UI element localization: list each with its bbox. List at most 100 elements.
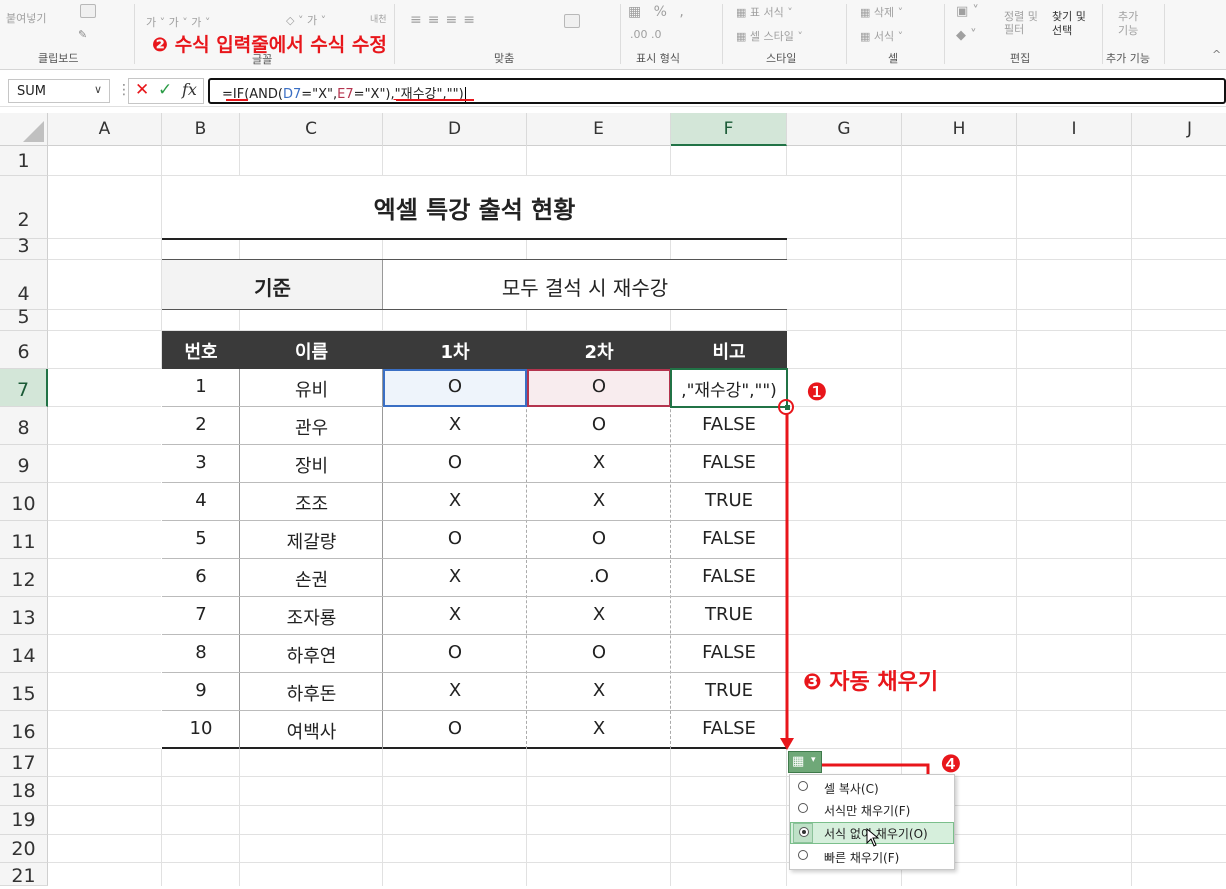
cell-second[interactable]: O [527, 414, 671, 435]
cell-first[interactable]: X [383, 566, 527, 587]
row-header-3[interactable]: 3 [0, 237, 48, 260]
cell-first[interactable]: O [383, 642, 527, 663]
column-header-g[interactable]: G [787, 113, 902, 146]
number-format-icons[interactable]: ▦ % , [628, 4, 688, 20]
cell-note[interactable]: FALSE [671, 452, 787, 473]
cell-name[interactable]: 관우 [240, 414, 383, 440]
column-header-e[interactable]: E [527, 113, 671, 146]
format-button[interactable]: ▦ 서식 ˅ [860, 28, 903, 44]
column-header-j[interactable]: J [1132, 113, 1226, 146]
cell-number[interactable]: 7 [162, 604, 240, 625]
cell-number[interactable]: 3 [162, 452, 240, 473]
cell-second[interactable]: X [527, 452, 671, 473]
cell-first[interactable]: X [383, 680, 527, 701]
cell-number[interactable]: 10 [162, 718, 240, 739]
menu-item-fill-formatting[interactable]: 서식만 채우기(F) [790, 799, 954, 821]
cell-number[interactable]: 2 [162, 414, 240, 435]
cell-second[interactable]: X [527, 490, 671, 511]
cell-first[interactable]: X [383, 604, 527, 625]
cell-name[interactable]: 하후돈 [240, 680, 383, 706]
cell-first[interactable]: X [383, 414, 527, 435]
criteria-value[interactable]: 모두 결석 시 재수강 [383, 272, 787, 301]
cell-first[interactable]: O [383, 452, 527, 473]
cell-first[interactable]: X [383, 490, 527, 511]
row-header-2[interactable]: 2 [0, 176, 48, 239]
cell-name[interactable]: 조자룡 [240, 604, 383, 630]
cell-name[interactable]: 조조 [240, 490, 383, 516]
row-header-21[interactable]: 21 [0, 863, 48, 887]
cell-first[interactable]: O [383, 718, 527, 739]
cell-second[interactable]: X [527, 680, 671, 701]
row-header-16[interactable]: 16 [0, 711, 48, 749]
insert-function-icon[interactable]: fx [182, 80, 197, 99]
fill-handle[interactable] [785, 405, 790, 410]
align-buttons[interactable]: ≡≡≡≡ [410, 12, 481, 28]
cell-note[interactable]: FALSE [671, 566, 787, 587]
decimal-icons[interactable]: .00 .0 [630, 28, 662, 41]
clear-icon[interactable]: ◆ ˅ [956, 28, 977, 43]
cell-second[interactable]: O [527, 528, 671, 549]
copy-icon[interactable] [80, 4, 96, 18]
cell-note[interactable]: FALSE [671, 414, 787, 435]
row-header-14[interactable]: 14 [0, 635, 48, 673]
row-header-12[interactable]: 12 [0, 559, 48, 597]
row-header-10[interactable]: 10 [0, 483, 48, 521]
cell-note[interactable]: TRUE [671, 604, 787, 625]
format-as-table-button[interactable]: ▦ 표 서식 ˅ [736, 4, 793, 20]
cell-styles-button[interactable]: ▦ 셀 스타일 ˅ [736, 28, 803, 44]
delete-button[interactable]: ▦ 삭제 ˅ [860, 4, 903, 20]
sort-filter-button[interactable]: 정렬 및 필터 [1004, 10, 1046, 36]
cell-name[interactable]: 하후연 [240, 642, 383, 668]
cell-second[interactable]: .O [527, 566, 671, 587]
row-header-8[interactable]: 8 [0, 407, 48, 445]
column-header-i[interactable]: I [1017, 113, 1132, 146]
column-header-h[interactable]: H [902, 113, 1017, 146]
column-header-c[interactable]: C [240, 113, 383, 146]
select-all-button[interactable] [0, 113, 48, 146]
cell-note[interactable]: FALSE [671, 718, 787, 739]
cell-note[interactable]: TRUE [671, 490, 787, 511]
row-header-4[interactable]: 4 [0, 260, 48, 310]
addins-button[interactable]: 추가 기능 [1118, 10, 1148, 38]
column-header-a[interactable]: A [48, 113, 162, 146]
cell-name[interactable]: 손권 [240, 566, 383, 592]
formula-input[interactable]: =IF(AND(D7="X",E7="X"),"재수강","") [208, 78, 1226, 104]
row-header-20[interactable]: 20 [0, 835, 48, 863]
cell-second[interactable]: X [527, 718, 671, 739]
column-header-d[interactable]: D [383, 113, 527, 146]
cell-number[interactable]: 8 [162, 642, 240, 663]
autosum-icon[interactable]: ▣ ˅ [956, 4, 979, 19]
row-header-18[interactable]: 18 [0, 777, 48, 806]
format-painter-icon[interactable]: ✎ [78, 28, 87, 41]
menu-item-copy-cells[interactable]: 셀 복사(C) [790, 777, 954, 799]
cell-name[interactable]: 여백사 [240, 718, 383, 744]
cell-second[interactable]: O [527, 376, 671, 397]
cell-second[interactable]: O [527, 642, 671, 663]
fill-color-icon[interactable]: ◇ ˅ 가 ˅ [286, 12, 326, 28]
cell-number[interactable]: 1 [162, 376, 240, 397]
paste-button[interactable]: 붙여넣기 [6, 10, 46, 26]
ribbon-collapse-icon[interactable]: ^ [1212, 48, 1221, 61]
cell-name[interactable]: 유비 [240, 376, 383, 402]
find-select-button[interactable]: 찾기 및 선택 [1052, 10, 1096, 38]
row-header-6[interactable]: 6 [0, 331, 48, 369]
font-buttons[interactable]: 가 ˅ 가 ˅ 가 ˅ [146, 14, 210, 30]
row-header-1[interactable]: 1 [0, 146, 48, 176]
cell-note[interactable]: FALSE [671, 528, 787, 549]
cell-first[interactable]: O [383, 376, 527, 397]
row-header-9[interactable]: 9 [0, 445, 48, 483]
row-header-7[interactable]: 7 [0, 369, 48, 407]
cell-first[interactable]: O [383, 528, 527, 549]
cell-number[interactable]: 6 [162, 566, 240, 587]
autofill-options-button[interactable]: ▦ ▾ [788, 751, 822, 773]
cell-note[interactable]: ,"재수강","") [671, 376, 787, 401]
menu-item-flash-fill[interactable]: 빠른 채우기(F) [790, 846, 954, 868]
cell-name[interactable]: 장비 [240, 452, 383, 478]
merge-icon[interactable] [564, 14, 580, 28]
row-header-19[interactable]: 19 [0, 806, 48, 835]
row-header-15[interactable]: 15 [0, 673, 48, 711]
cell-note[interactable]: TRUE [671, 680, 787, 701]
cell-number[interactable]: 9 [162, 680, 240, 701]
enter-icon[interactable]: ✓ [158, 80, 172, 100]
cell-second[interactable]: X [527, 604, 671, 625]
